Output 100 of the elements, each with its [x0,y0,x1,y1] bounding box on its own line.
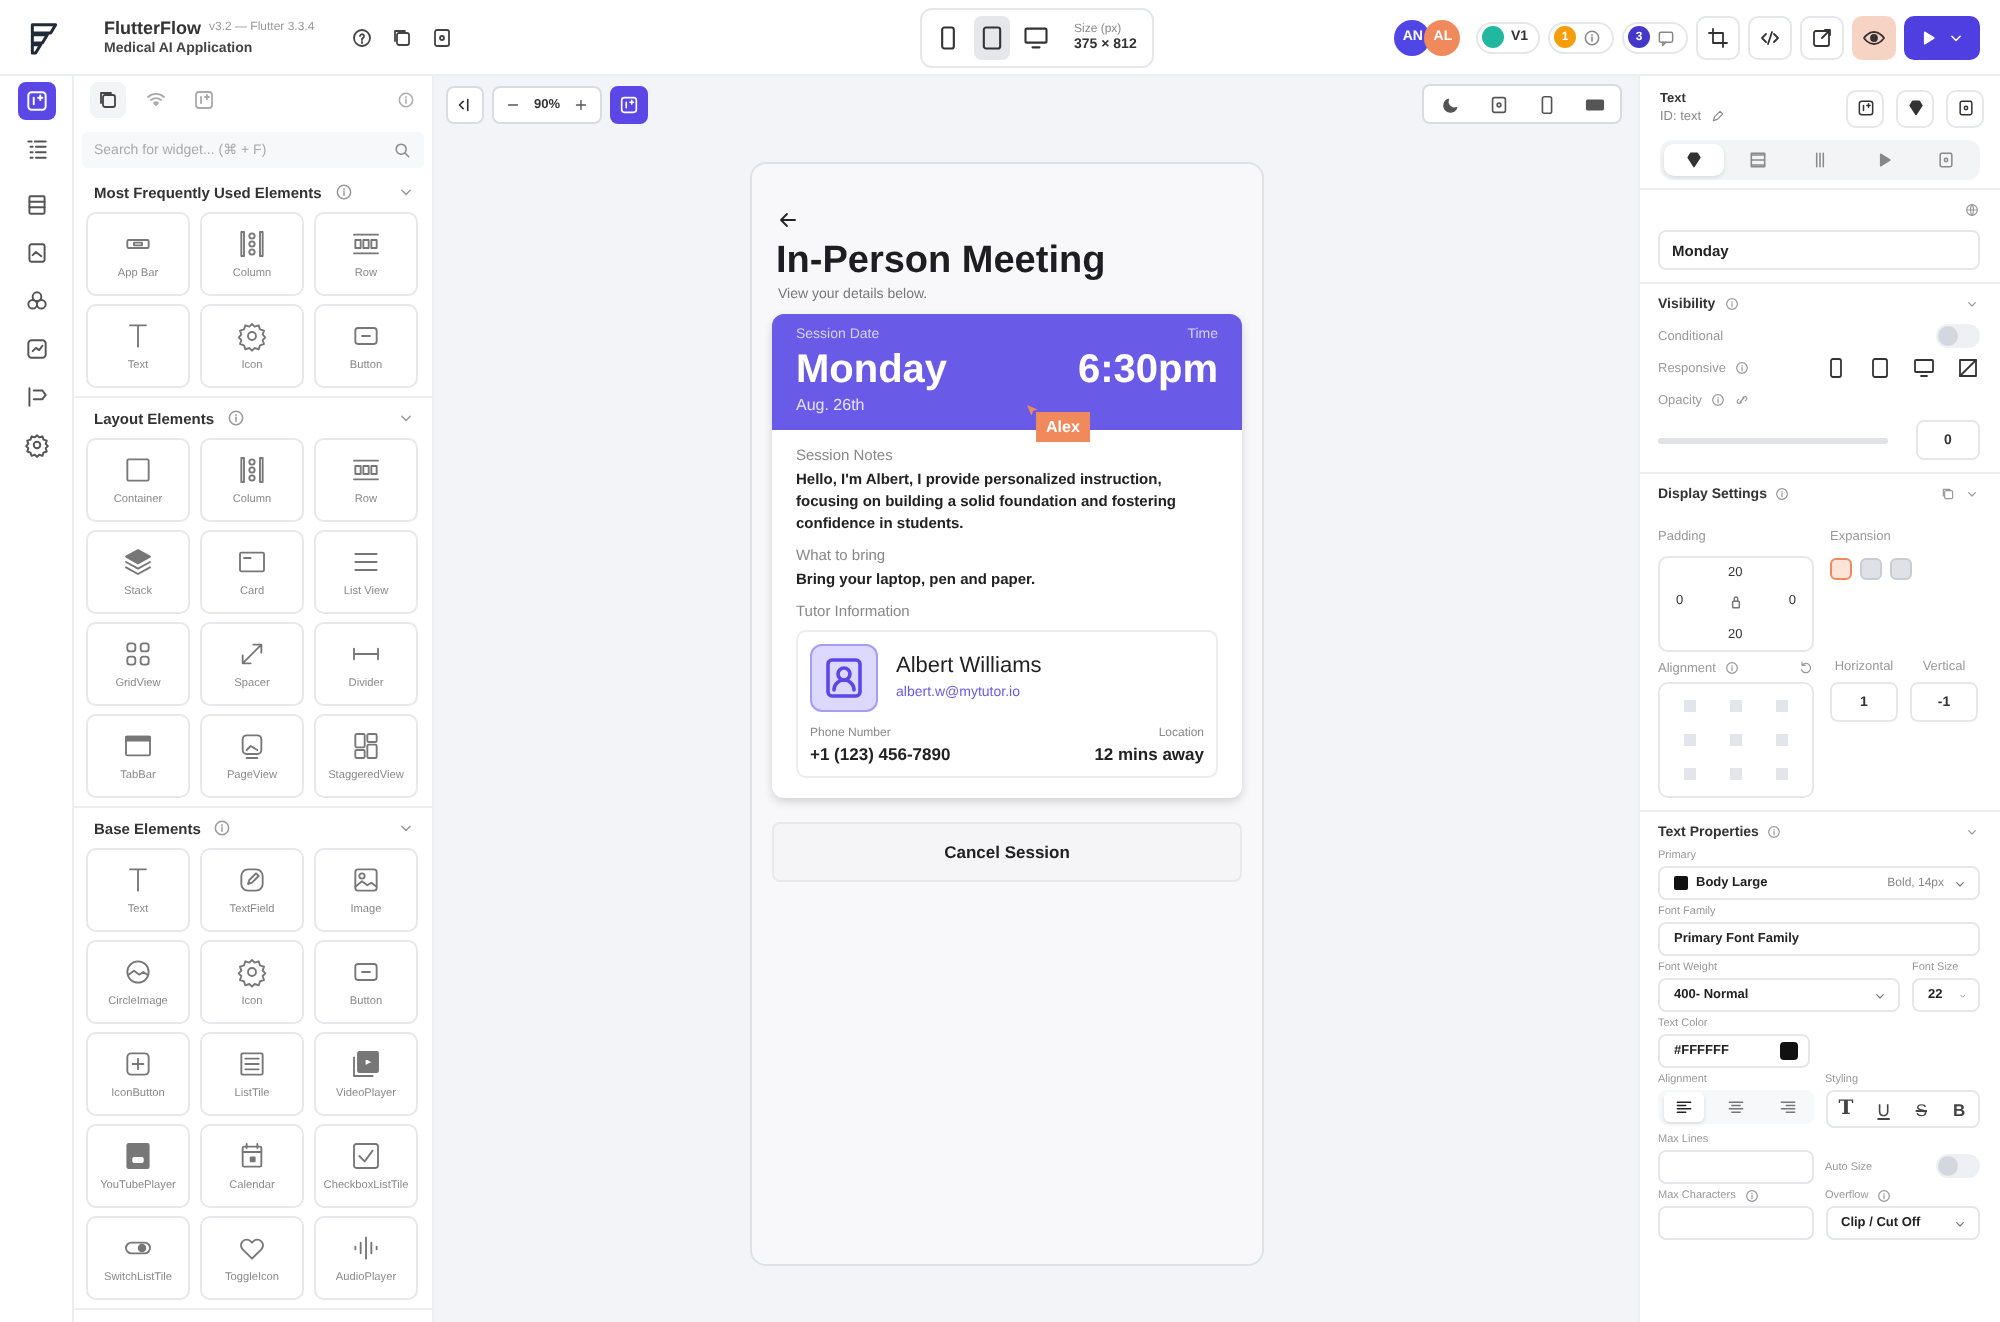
expand-left-icon[interactable] [1830,558,1852,580]
info-icon[interactable] [1743,1187,1760,1203]
document-icon [1936,150,1956,170]
wifi-icon [144,88,168,112]
info-icon[interactable] [1723,660,1740,676]
info-icon[interactable] [396,90,416,110]
collapse-button[interactable] [446,85,484,123]
cancel-button[interactable]: Cancel Session [772,821,1242,881]
widget-icon [122,730,154,762]
columns-icon [1810,150,1830,170]
tablet-button[interactable] [974,15,1010,59]
info-icon[interactable] [1723,296,1740,312]
preview-button[interactable] [1852,15,1896,59]
widget-icon [350,454,382,486]
lines-icon [1725,1097,1746,1117]
globe-icon[interactable] [1964,202,1980,218]
max-characters-field[interactable] [1658,1206,1813,1240]
text-style-button[interactable]: U [1869,1095,1898,1123]
widget-add-button[interactable] [17,82,55,120]
align-left-icon[interactable] [1663,1092,1704,1122]
copy-icon[interactable] [390,25,415,49]
widget-icon [122,1140,154,1172]
image-icon [23,240,49,266]
desktop-icon[interactable] [1912,356,1936,380]
time-text: 6:30pm [1077,348,1218,394]
add-button[interactable] [1946,89,1984,127]
phone-icon[interactable] [1824,356,1848,380]
text-style-button[interactable]: S [1907,1095,1936,1123]
info-icon[interactable] [1710,392,1727,408]
tutor-name: Albert Williams [896,654,1042,678]
color-swatch [1674,876,1688,890]
location-text: 12 mins away [1094,743,1204,763]
external-link-icon [1810,25,1834,49]
moon-icon [1439,93,1461,115]
wrap-button[interactable] [1846,89,1884,127]
back-arrow-icon[interactable] [776,208,800,232]
info-icon[interactable] [226,408,247,428]
edit-icon[interactable] [1709,108,1726,124]
widget-icon [350,1232,382,1264]
tree-icon [23,136,49,162]
widget-icon [350,1140,382,1172]
chart-icon [23,336,49,362]
widget-icon [122,1048,154,1080]
status-dot [1482,26,1505,48]
comment-icon [1656,27,1676,47]
code-icon [1758,25,1782,49]
add-widget-button[interactable] [610,85,649,123]
app-name: FlutterFlow [104,18,201,38]
widget-icon [122,454,154,486]
widget-icon [236,1140,268,1172]
lines-icon [1673,1097,1694,1117]
chevron-icon[interactable] [1964,824,1980,840]
info-icon[interactable] [1766,824,1783,840]
search-icon [392,140,412,160]
open-external-button[interactable] [1800,15,1844,59]
color-swatch[interactable] [1780,1042,1798,1060]
diamond-button[interactable] [1896,89,1934,127]
info-icon[interactable] [1733,360,1750,376]
lock-icon[interactable] [1726,592,1746,612]
widget-add-icon [618,93,641,115]
chevron-icon[interactable] [1964,486,1980,502]
tablet-icon [978,23,1006,51]
widget-icon [236,320,268,352]
cursor-name-tag: Alex [1036,412,1090,442]
widget-icon [236,638,268,670]
diamond-icon [1905,98,1925,118]
reset-icon[interactable] [1798,660,1814,676]
run-button[interactable] [1904,15,1980,59]
text-style-button[interactable]: B [1945,1095,1974,1123]
info-icon [1582,27,1602,47]
info-icon[interactable] [1876,1187,1893,1203]
widget-icon [350,1048,382,1080]
copy-icon [96,88,120,112]
rows-icon [1747,150,1767,170]
max-lines-field[interactable] [1658,1150,1813,1184]
help-icon[interactable] [350,25,375,49]
chevron-icon[interactable] [1964,296,1980,312]
widget-icon [350,228,382,260]
widget-icon [350,730,382,762]
text-style-button[interactable]: T [1831,1095,1860,1123]
circles-icon [23,288,49,314]
info-icon[interactable] [333,182,354,202]
link-icon[interactable] [1734,392,1751,408]
profile-icon [810,643,878,711]
hidden-icon[interactable] [1956,356,1980,380]
zoom-in-button[interactable] [572,95,591,113]
crop-button[interactable] [1696,15,1740,59]
tablet-icon[interactable] [1868,356,1892,380]
auto-size-toggle[interactable] [1936,1154,1980,1178]
widget-icon [236,228,268,260]
code-button[interactable] [1748,15,1792,59]
info-icon[interactable] [1774,486,1791,502]
widgets-tab[interactable] [90,82,126,118]
document-icon[interactable] [430,25,455,49]
crop-icon [1706,25,1730,49]
conditional-toggle[interactable] [1936,324,1980,348]
widget-icon [236,546,268,578]
info-icon[interactable] [212,818,233,838]
widget-icon [122,546,154,578]
cursor-icon [1024,402,1042,420]
